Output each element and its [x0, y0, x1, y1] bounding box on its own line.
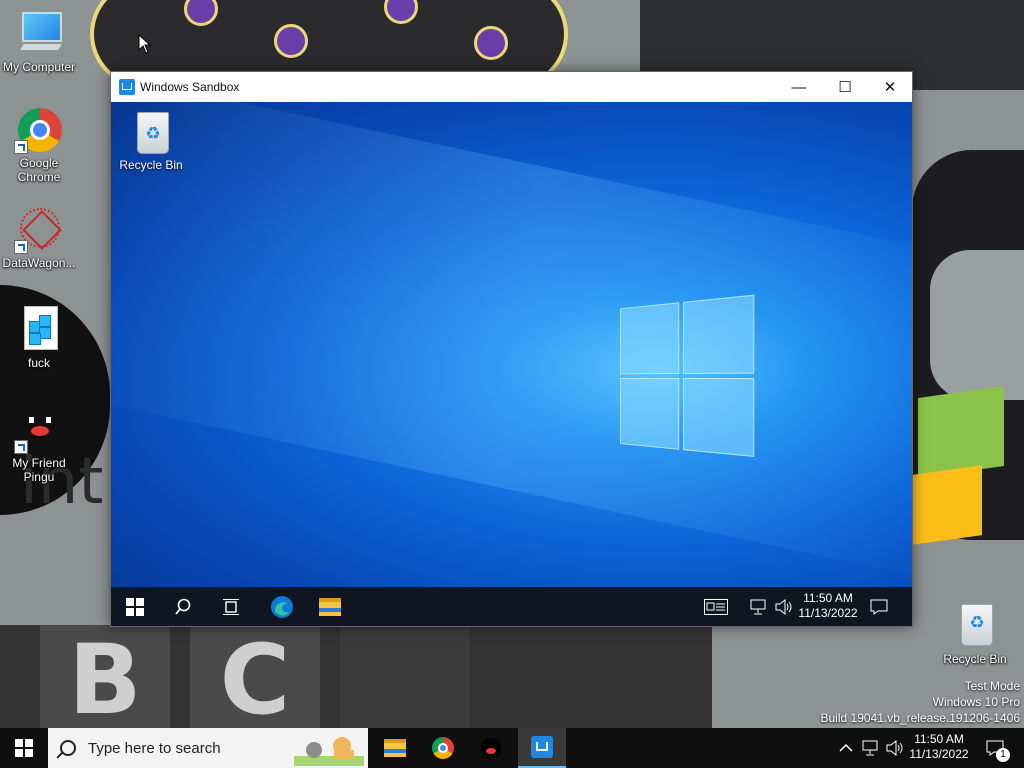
sandbox-volume-button[interactable]: [773, 587, 795, 626]
start-button[interactable]: [0, 728, 48, 768]
volume-icon: [886, 740, 903, 756]
desktop-icon-label: Pingu: [23, 470, 55, 484]
windows-sandbox-icon: [531, 736, 553, 758]
chevron-up-icon: [839, 743, 853, 752]
desktop-icon-label: Google: [19, 156, 59, 170]
sandbox-edge-button[interactable]: [261, 587, 303, 626]
maximize-icon: ☐: [838, 79, 852, 96]
wallpaper-shape: [912, 465, 982, 545]
desktop-icon-label: Recycle Bin: [943, 652, 1007, 666]
shortcut-arrow-icon: [14, 140, 28, 154]
sandbox-recycle-bin-label: Recycle Bin: [119, 158, 183, 172]
window-title: Windows Sandbox: [140, 80, 240, 94]
search-icon: [175, 598, 191, 615]
clock[interactable]: 11:50 AM 11/13/2022: [906, 732, 972, 762]
taskbar-pingu[interactable]: [468, 728, 514, 768]
taskbar-file-explorer[interactable]: [372, 728, 418, 768]
sandbox-desktop[interactable]: Recycle Bin: [111, 102, 912, 587]
desktop-icon-google-chrome[interactable]: Google Chrome: [0, 106, 78, 184]
watermark-line: Test Mode: [964, 679, 1020, 693]
mouse-cursor-icon: [138, 34, 152, 54]
show-hidden-icons-button[interactable]: [836, 728, 856, 768]
network-icon: [862, 740, 878, 756]
datawagon-icon: [14, 206, 62, 254]
task-view-icon: [223, 598, 239, 615]
watermark-line: Build 19041.vb_release.191206-1406: [820, 711, 1021, 725]
windows-sandbox-window[interactable]: Windows Sandbox — ☐ ✕ Recycle Bin: [110, 71, 913, 627]
desktop-icon-my-friend-pingu[interactable]: My Friend Pingu: [0, 406, 78, 484]
desktop-icon-label: Chrome: [17, 170, 61, 184]
wallpaper-light-beam: [111, 102, 912, 580]
notification-icon: [870, 599, 888, 615]
file-explorer-icon: [319, 597, 341, 616]
desktop-icon-label: My Computer: [2, 60, 76, 74]
taskbar-search-box[interactable]: Type here to search: [48, 728, 368, 768]
notifications-button[interactable]: 1: [978, 728, 1012, 768]
close-button[interactable]: ✕: [867, 72, 913, 102]
desktop-icon-my-computer[interactable]: My Computer: [0, 10, 78, 74]
desktop-icon-label: DataWagon...: [2, 256, 76, 270]
volume-button[interactable]: [884, 728, 906, 768]
taskbar-chrome[interactable]: [420, 728, 466, 768]
sandbox-clock-date: 11/13/2022: [798, 606, 858, 620]
search-placeholder: Type here to search: [88, 740, 221, 757]
recycle-bin-icon: [952, 602, 998, 648]
pingu-icon: [14, 406, 62, 454]
start-icon: [126, 597, 144, 616]
sandbox-taskbar: 11:50 AM 11/13/2022: [111, 587, 912, 626]
taskbar: Type here to search 11:50 AM 11/13/2022 …: [0, 728, 1024, 768]
chrome-icon: [432, 737, 454, 759]
sandbox-notifications-button[interactable]: [867, 587, 891, 626]
computer-icon: [16, 10, 62, 56]
sandbox-task-view-button[interactable]: [211, 587, 251, 626]
sandbox-start-button[interactable]: [115, 587, 155, 626]
desktop-icon-label: My Friend: [12, 456, 66, 470]
sandbox-recycle-bin[interactable]: Recycle Bin: [115, 110, 187, 172]
sandbox-clock[interactable]: 11:50 AM 11/13/2022: [797, 591, 859, 621]
desktop-icon-registry-file[interactable]: fuck: [0, 306, 78, 370]
desktop-icon-label: fuck: [27, 356, 50, 370]
news-icon: [704, 598, 728, 615]
windows-sandbox-icon: [119, 79, 135, 95]
wallpaper-shape: [918, 385, 1004, 479]
minimize-button[interactable]: —: [776, 72, 822, 102]
shortcut-arrow-icon: [14, 440, 28, 454]
pingu-icon: [481, 738, 501, 758]
edge-icon: [271, 595, 293, 618]
close-icon: ✕: [883, 79, 897, 96]
clock-time: 11:50 AM: [914, 732, 964, 746]
search-icon: [60, 740, 76, 756]
network-icon: [750, 599, 766, 614]
wallpaper-shape: [930, 250, 1024, 400]
sandbox-search-button[interactable]: [163, 587, 203, 626]
notification-count-badge: 1: [996, 748, 1010, 762]
volume-icon: [775, 598, 792, 615]
shortcut-arrow-icon: [14, 240, 28, 254]
wallpaper-shape: B C: [0, 625, 712, 728]
maximize-button[interactable]: ☐: [822, 72, 868, 102]
search-highlight-illustration-icon: [294, 737, 364, 766]
taskbar-windows-sandbox[interactable]: [518, 728, 566, 768]
watermark-line: Windows 10 Pro: [932, 695, 1020, 709]
file-explorer-icon: [384, 739, 406, 757]
minimize-icon: —: [791, 78, 807, 96]
registry-file-icon: [16, 306, 62, 352]
test-mode-watermark: Test Mode Windows 10 Pro Build 19041.vb_…: [821, 678, 1021, 726]
sandbox-clock-time: 11:50 AM: [803, 591, 853, 605]
desktop-icon-recycle-bin[interactable]: Recycle Bin: [936, 602, 1014, 666]
window-titlebar[interactable]: Windows Sandbox — ☐ ✕: [111, 72, 912, 102]
sandbox-network-button[interactable]: [749, 587, 769, 626]
recycle-bin-icon: [128, 110, 174, 156]
sandbox-file-explorer-button[interactable]: [309, 587, 351, 626]
windows-logo-wallpaper: [619, 294, 757, 461]
network-button[interactable]: [860, 728, 882, 768]
sandbox-news-button[interactable]: [701, 587, 731, 626]
chrome-icon: [14, 106, 62, 154]
clock-date: 11/13/2022: [909, 747, 969, 761]
start-icon: [15, 739, 33, 757]
desktop-icon-datawagon[interactable]: DataWagon...: [0, 206, 78, 270]
